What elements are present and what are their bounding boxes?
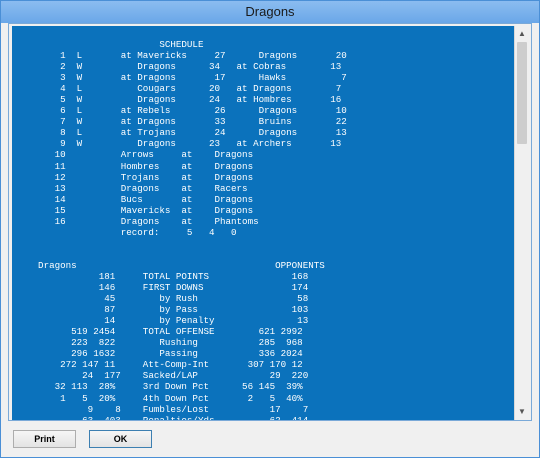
report-line: 32 113 28% 3rd Down Pct 56 145 39% bbox=[16, 381, 303, 393]
report-view[interactable]: SCHEDULE 1 L at Mavericks 27 Dragons 20 … bbox=[12, 26, 514, 420]
window-title: Dragons bbox=[1, 1, 539, 23]
report-line: 45 by Rush 58 bbox=[16, 293, 309, 305]
report-line: 8 L at Trojans 24 Dragons 13 bbox=[16, 127, 347, 139]
report-line: 14 Bucs at Dragons bbox=[16, 193, 254, 205]
report-line: 87 by Pass 103 bbox=[16, 304, 309, 316]
report-line: 6 L at Rebels 26 Dragons 10 bbox=[16, 105, 347, 117]
report-line: record: 5 4 0 bbox=[16, 226, 237, 238]
scroll-up-icon[interactable]: ▲ bbox=[515, 27, 529, 41]
report-line: 24 177 Sacked/LAP 29 220 bbox=[16, 370, 309, 382]
report-line: 12 Trojans at Dragons bbox=[16, 171, 254, 183]
report-line: SCHEDULE bbox=[16, 39, 204, 50]
report-line: 16 Dragons at Phantoms bbox=[16, 215, 259, 227]
report-line: Dragons OPPONENTS bbox=[16, 259, 325, 271]
report-line: 1 5 20% 4th Down Pct 2 5 40% bbox=[16, 392, 303, 404]
ok-button[interactable]: OK bbox=[89, 430, 152, 448]
vertical-scrollbar[interactable]: ▲ ▼ bbox=[514, 26, 529, 420]
report-line: 63 403 Penalties/Yds 62 414 bbox=[16, 415, 347, 420]
report-line: 2 W Dragons 34 at Cobras 13 bbox=[16, 61, 342, 73]
report-line: 5 W Dragons 24 at Hombres 16 bbox=[16, 94, 342, 106]
print-button[interactable]: Print bbox=[13, 430, 76, 448]
report-line bbox=[16, 238, 347, 249]
report-line: 9 W Dragons 23 at Archers 13 bbox=[16, 138, 342, 150]
report-line: 519 2454 TOTAL OFFENSE 621 2992 bbox=[16, 326, 303, 338]
report-line: 296 1632 Passing 336 2024 bbox=[16, 348, 303, 360]
report-line: 10 Arrows at Dragons bbox=[16, 149, 254, 161]
report-line: 1 L at Mavericks 27 Dragons 20 bbox=[16, 50, 347, 62]
report-line: 146 FIRST DOWNS 174 bbox=[16, 282, 309, 294]
report-line: 9 8 Fumbles/Lost 17 7 bbox=[16, 403, 309, 415]
report-line: 272 147 11 Att-Comp-Int 307 170 12 bbox=[16, 359, 303, 371]
report-line bbox=[16, 249, 347, 260]
report-line: 7 W at Dragons 33 Bruins 22 bbox=[16, 116, 347, 128]
report-line: 11 Hombres at Dragons bbox=[16, 160, 254, 172]
report-line: 14 by Penalty 13 bbox=[16, 315, 309, 327]
report-line: 3 W at Dragons 17 Hawks 7 bbox=[16, 72, 347, 84]
report-line: 4 L Cougars 20 at Dragons 7 bbox=[16, 83, 342, 95]
report-line: 223 822 Rushing 285 968 bbox=[16, 337, 303, 349]
report-line: 181 TOTAL POINTS 168 bbox=[16, 270, 309, 282]
scroll-down-icon[interactable]: ▼ bbox=[515, 405, 529, 419]
scrollbar-thumb[interactable] bbox=[517, 42, 527, 144]
report-text: SCHEDULE 1 L at Mavericks 27 Dragons 20 … bbox=[16, 39, 347, 420]
report-line: 15 Mavericks at Dragons bbox=[16, 204, 254, 216]
report-line: 13 Dragons at Racers bbox=[16, 182, 248, 194]
